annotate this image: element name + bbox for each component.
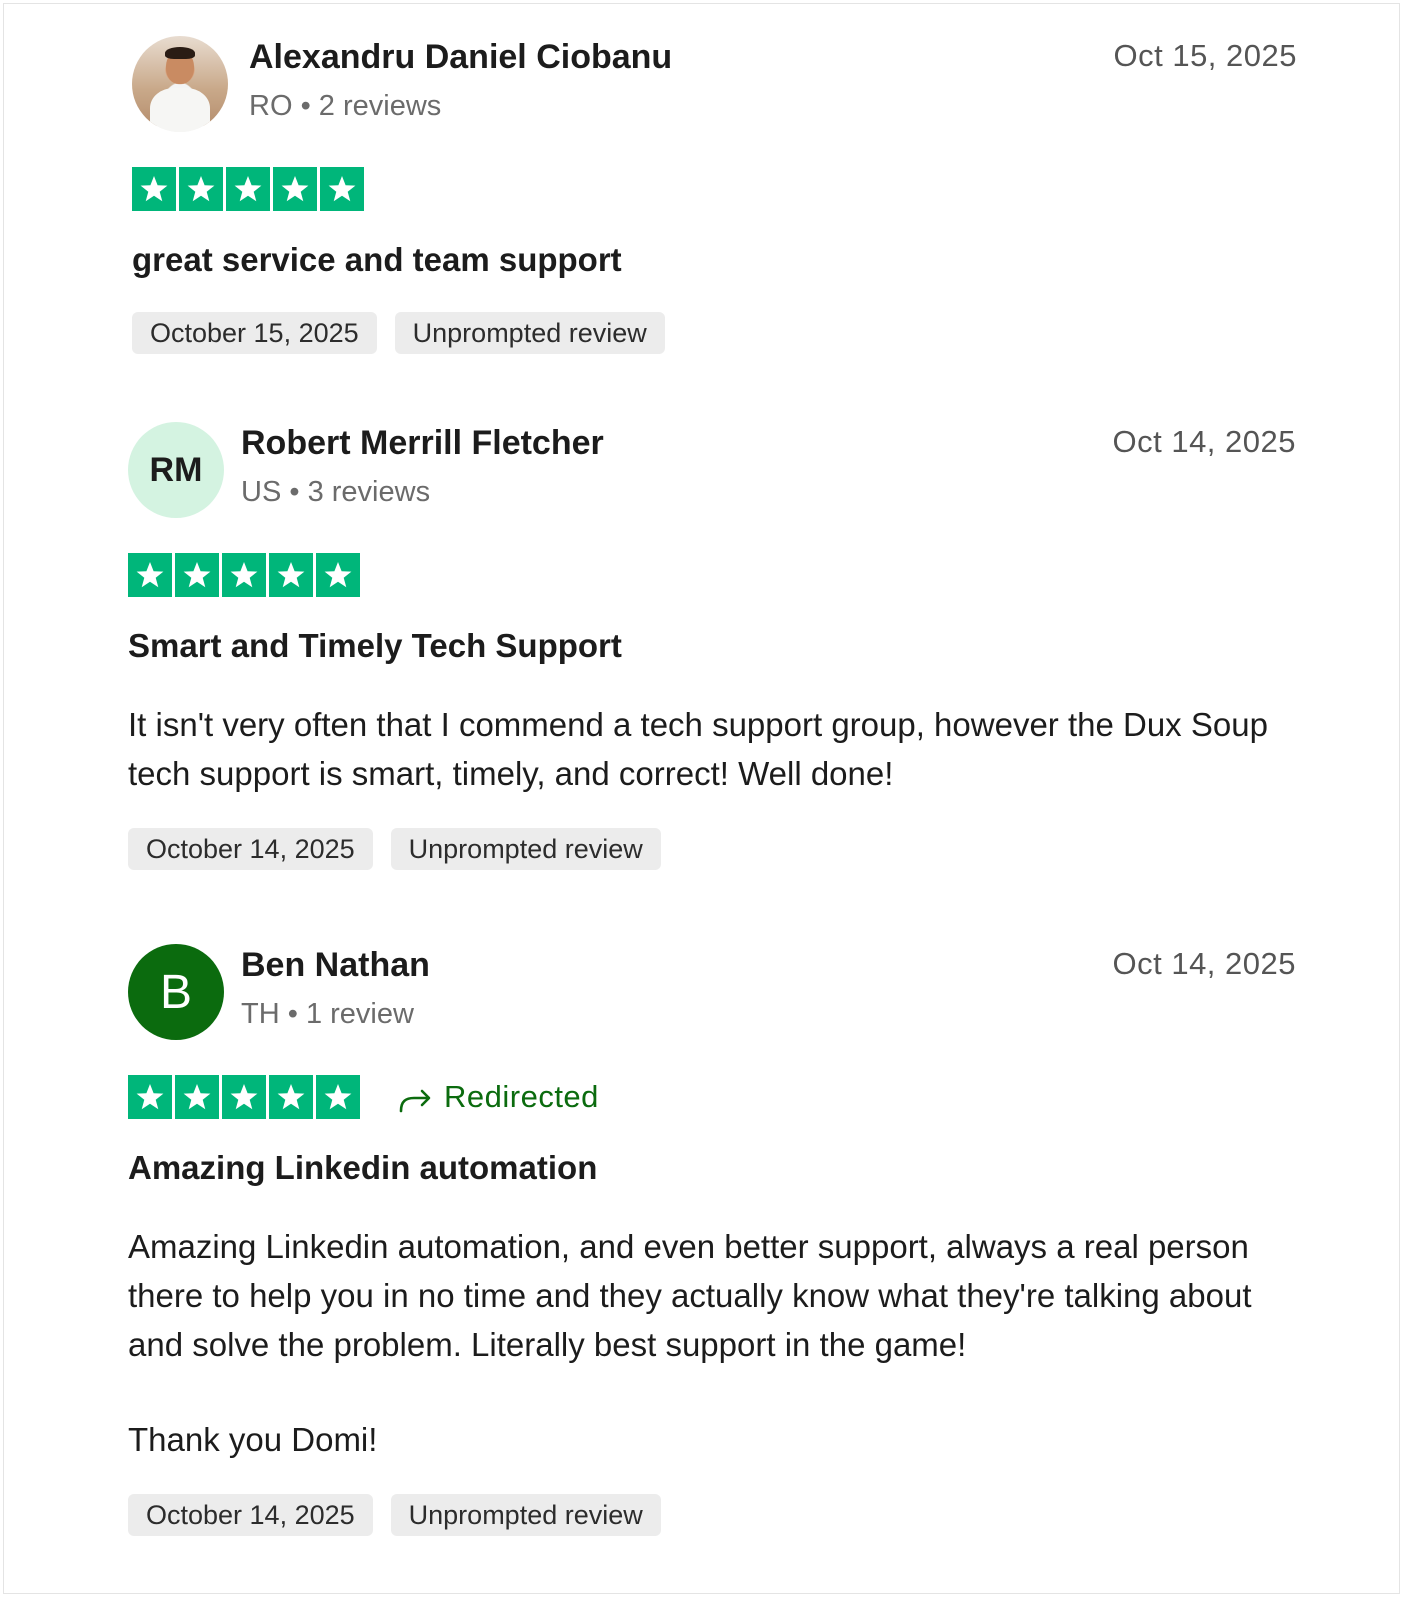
- reviewer-review-count: 2 reviews: [318, 90, 442, 122]
- review-body: Amazing Linkedin automation, and even be…: [128, 1222, 1296, 1464]
- review-tags: October 14, 2025 Unprompted review: [128, 1494, 1296, 1536]
- review-header: RM Robert Merrill Fletcher US • 3 review…: [128, 422, 1296, 518]
- unprompted-review-tag[interactable]: Unprompted review: [390, 1494, 661, 1536]
- review-body-paragraph: Amazing Linkedin automation, and even be…: [128, 1228, 1252, 1363]
- star-icon: [273, 167, 317, 211]
- review-title[interactable]: Smart and Timely Tech Support: [128, 624, 1296, 668]
- reviewer-meta: US • 3 reviews: [241, 476, 430, 509]
- review-date: Oct 15, 2025: [1113, 38, 1297, 73]
- star-icon: [128, 553, 172, 597]
- avatar[interactable]: [132, 36, 228, 132]
- reviewer-name[interactable]: Robert Merrill Fletcher: [241, 424, 604, 463]
- unprompted-review-tag[interactable]: Unprompted review: [390, 828, 661, 870]
- review-date-tag: October 14, 2025: [128, 828, 373, 870]
- star-icon: [269, 1075, 313, 1119]
- star-icon: [179, 167, 223, 211]
- redirected-badge[interactable]: Redirected: [398, 1079, 599, 1115]
- unprompted-review-tag[interactable]: Unprompted review: [394, 312, 665, 354]
- reviewer-country: RO: [249, 90, 293, 122]
- review-card: B Ben Nathan TH • 1 review Oct 14, 2025 …: [128, 944, 1296, 1536]
- star-icon: [320, 167, 364, 211]
- redirect-arrow-icon: [399, 1089, 431, 1113]
- star-rating: [132, 167, 364, 211]
- review-title[interactable]: great service and team support: [132, 238, 1300, 282]
- review-body-paragraph: It isn't very often that I commend a tec…: [128, 706, 1268, 792]
- rating-row: Redirected: [128, 1074, 1296, 1120]
- star-icon: [128, 1075, 172, 1119]
- review-body: It isn't very often that I commend a tec…: [128, 700, 1296, 798]
- star-rating: [128, 1075, 360, 1119]
- review-header: B Ben Nathan TH • 1 review Oct 14, 2025: [128, 944, 1296, 1040]
- star-icon: [316, 553, 360, 597]
- star-rating: [128, 553, 360, 597]
- reviewer-name[interactable]: Alexandru Daniel Ciobanu: [249, 38, 672, 77]
- review-card: Alexandru Daniel Ciobanu RO • 2 reviews …: [132, 36, 1300, 354]
- star-icon: [269, 553, 313, 597]
- reviews-panel: Alexandru Daniel Ciobanu RO • 2 reviews …: [3, 3, 1400, 1594]
- reviewer-review-count: 3 reviews: [307, 476, 431, 508]
- star-icon: [222, 1075, 266, 1119]
- star-icon: [316, 1075, 360, 1119]
- separator-dot: •: [289, 476, 300, 508]
- review-tags: October 14, 2025 Unprompted review: [128, 828, 1296, 870]
- redirected-label: Redirected: [444, 1079, 599, 1114]
- star-icon: [175, 553, 219, 597]
- review-title[interactable]: Amazing Linkedin automation: [128, 1146, 1296, 1190]
- avatar[interactable]: RM: [128, 422, 224, 518]
- reviewer-country: US: [241, 476, 282, 508]
- review-tags: October 15, 2025 Unprompted review: [132, 312, 1300, 354]
- reviewer-name[interactable]: Ben Nathan: [241, 946, 430, 985]
- reviewer-review-count: 1 review: [305, 998, 414, 1030]
- reviewer-country: TH: [241, 998, 280, 1030]
- rating-row: [132, 166, 1300, 212]
- review-date: Oct 14, 2025: [1112, 424, 1296, 459]
- review-date-tag: October 15, 2025: [132, 312, 377, 354]
- review-header: Alexandru Daniel Ciobanu RO • 2 reviews …: [132, 36, 1300, 132]
- review-body-paragraph: Thank you Domi!: [128, 1421, 378, 1458]
- reviewer-meta: TH • 1 review: [241, 998, 414, 1031]
- review-date: Oct 14, 2025: [1112, 946, 1296, 981]
- star-icon: [175, 1075, 219, 1119]
- star-icon: [226, 167, 270, 211]
- star-icon: [222, 553, 266, 597]
- review-card: RM Robert Merrill Fletcher US • 3 review…: [128, 422, 1296, 870]
- review-date-tag: October 14, 2025: [128, 1494, 373, 1536]
- star-icon: [132, 167, 176, 211]
- avatar[interactable]: B: [128, 944, 224, 1040]
- separator-dot: •: [287, 998, 298, 1030]
- reviewer-meta: RO • 2 reviews: [249, 90, 441, 123]
- separator-dot: •: [300, 90, 311, 122]
- rating-row: [128, 552, 1296, 598]
